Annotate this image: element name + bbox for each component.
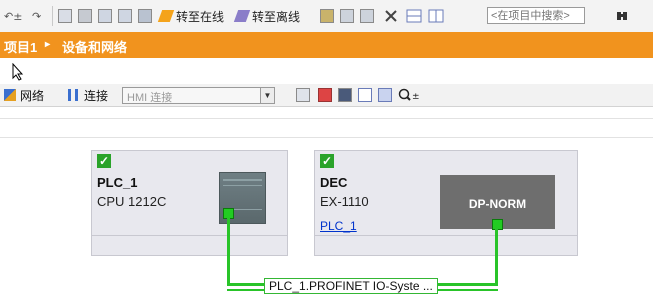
module-label: DP-NORM — [468, 197, 527, 211]
device-dec[interactable]: ✓ DEC EX-1110 PLC_1 DP-NORM — [314, 150, 578, 256]
toolbar-separator — [52, 6, 53, 26]
go-offline-icon — [233, 10, 251, 22]
canvas-grid-line — [0, 118, 653, 119]
cut-icon[interactable] — [58, 8, 72, 24]
redo-icon[interactable]: ↷ — [32, 8, 50, 24]
upload-icon[interactable] — [118, 8, 132, 24]
device-type: EX-1110 — [320, 194, 369, 209]
mouse-pointer-icon — [12, 63, 24, 81]
show-address-icon[interactable] — [296, 87, 310, 103]
network-button[interactable]: 网络 — [4, 87, 44, 103]
chevron-down-icon[interactable]: ▼ — [260, 88, 274, 103]
editor-header-area — [0, 58, 653, 84]
network-view-toolbar: 网络 连接 ± — [0, 84, 653, 107]
zoom-icon[interactable]: ± — [398, 87, 420, 103]
connections-icon — [68, 89, 78, 101]
breadcrumb-project[interactable]: 项目1 — [4, 37, 37, 56]
canvas-grid-line — [0, 137, 653, 138]
breadcrumb-page: 设备和网络 — [62, 40, 128, 55]
device-name: PLC_1 — [97, 175, 138, 190]
status-ok-icon: ✓ — [320, 154, 334, 168]
device-footer — [315, 235, 577, 255]
compile-icon[interactable] — [78, 8, 92, 24]
connections-label: 连接 — [84, 88, 109, 103]
cross-reference-icon[interactable] — [384, 8, 398, 24]
networking-icon[interactable] — [318, 87, 332, 103]
device-plc-1[interactable]: ✓ PLC_1 CPU 1212C — [91, 150, 288, 256]
project-search-input[interactable] — [487, 7, 585, 24]
accessible-devices-icon[interactable] — [320, 8, 334, 24]
simulation-icon[interactable] — [138, 8, 152, 24]
download-icon[interactable] — [98, 8, 112, 24]
svg-text:±: ± — [412, 92, 420, 102]
go-online-label: 转至在线 — [176, 9, 225, 24]
hmi-connection-select[interactable]: HMI 连接 ▼ — [122, 87, 275, 104]
svg-text:↶±: ↶± — [4, 10, 22, 23]
hmi-connection-value: HMI 连接 — [127, 92, 173, 104]
go-online-icon — [157, 10, 175, 22]
device-footer — [92, 235, 287, 255]
device-type: CPU 1212C — [97, 194, 167, 209]
network-label[interactable]: PLC_1.PROFINET IO-Syste ... — [264, 278, 438, 294]
go-offline-button[interactable]: 转至离线 — [233, 8, 301, 24]
status-ok-icon: ✓ — [97, 154, 111, 168]
network-line-dec[interactable] — [495, 228, 498, 284]
network-label: 网络 — [20, 88, 45, 103]
overview-icon[interactable] — [378, 87, 392, 103]
connections-button[interactable]: 连接 — [68, 87, 108, 103]
device-name: DEC — [320, 175, 348, 190]
main-toolbar: ↶± ↷ 转至在线 转至离线 — [0, 0, 653, 33]
split-vertical-icon[interactable] — [428, 8, 444, 24]
go-offline-label: 转至离线 — [252, 9, 301, 24]
search-project-icon[interactable] — [615, 8, 629, 24]
breadcrumb: 项目1 ▸ 设备和网络 — [0, 32, 653, 58]
go-online-button[interactable]: 转至在线 — [157, 8, 225, 24]
assigned-io-controller-link[interactable]: PLC_1 — [320, 219, 357, 233]
breadcrumb-separator: ▸ — [45, 39, 51, 50]
network-icon — [4, 89, 16, 101]
start-cpu-icon[interactable] — [340, 8, 354, 24]
svg-text:↷: ↷ — [32, 10, 41, 23]
device-icon[interactable] — [338, 87, 352, 103]
network-line-plc[interactable] — [227, 218, 230, 284]
split-horizontal-icon[interactable] — [406, 8, 422, 24]
stop-cpu-icon[interactable] — [360, 8, 374, 24]
table-view-icon[interactable] — [358, 87, 372, 103]
undo-icon[interactable]: ↶± — [4, 8, 26, 24]
